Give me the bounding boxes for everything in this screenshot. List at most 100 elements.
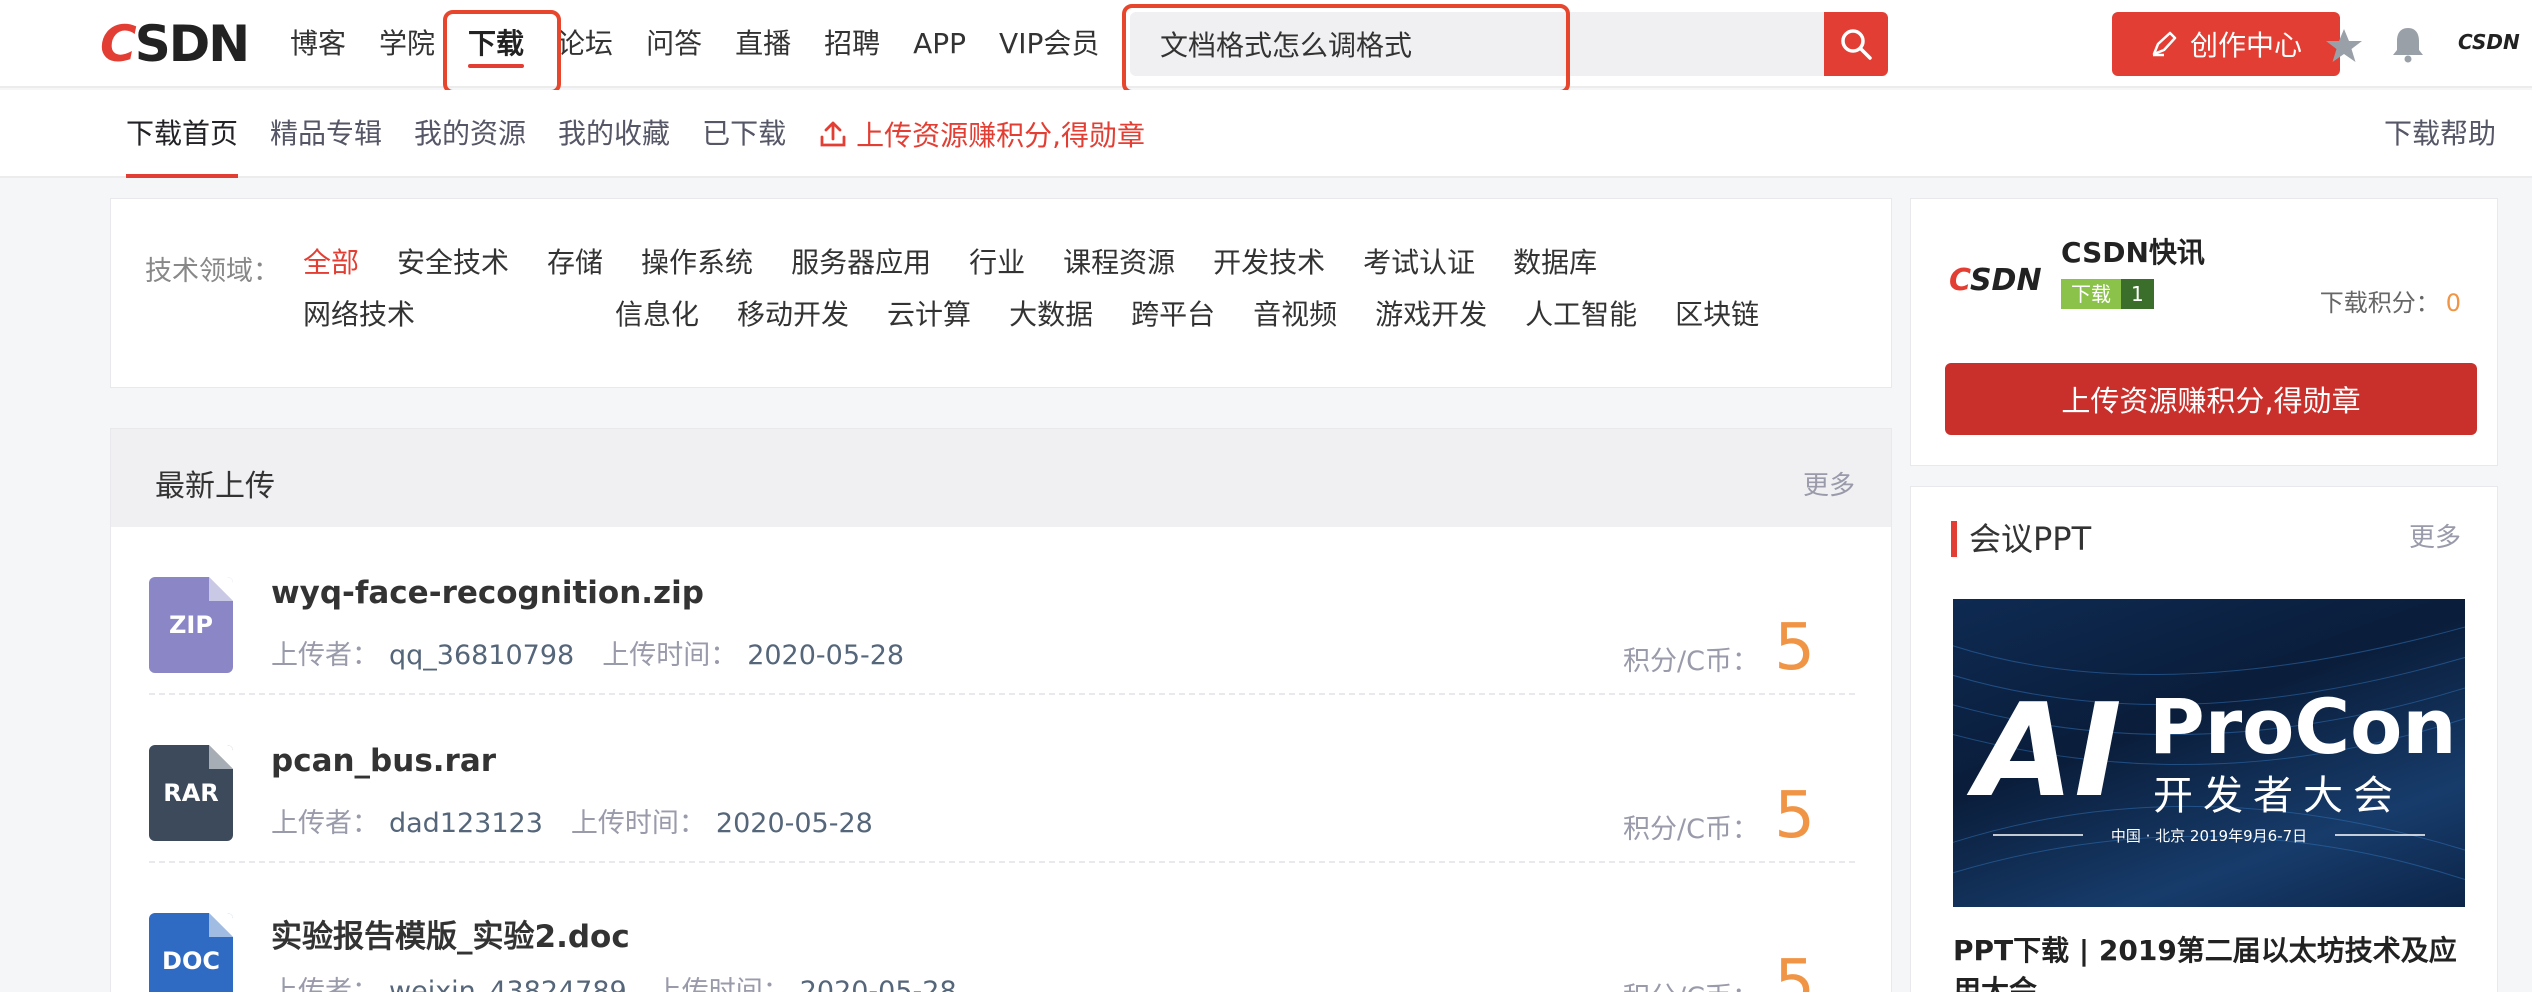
file-meta: 上传者： weixin_43824789 上传时间： 2020-05-28 [271, 969, 985, 992]
file-name[interactable]: wyq-face-recognition.zip [271, 575, 704, 611]
tech-tag[interactable]: 数据库 [1513, 247, 1597, 279]
points-value: 0 [2445, 289, 2461, 317]
nav-item-academy[interactable]: 学院 [379, 0, 435, 88]
tech-tag[interactable]: 云计算 [887, 299, 971, 331]
pen-icon [2152, 31, 2177, 57]
badge-level: 1 [2121, 279, 2154, 309]
file-meta: 上传者： dad123123 上传时间： 2020-05-28 [271, 801, 901, 840]
uploader-name[interactable]: dad123123 [389, 808, 543, 839]
score-label: 积分/C币： [1623, 646, 1759, 677]
badge-label: 下载 [2061, 279, 2121, 309]
subnav-downloaded[interactable]: 已下载 [702, 90, 786, 178]
nav-item-vip[interactable]: VIP会员 [999, 0, 1099, 88]
upload-time: 2020-05-28 [799, 976, 957, 992]
file-name[interactable]: 实验报告模版_实验2.doc [271, 911, 630, 956]
download-help-link[interactable]: 下载帮助 [2384, 90, 2496, 178]
tech-tag[interactable]: 开发技术 [1213, 247, 1325, 279]
tech-tag[interactable]: 区块链 [1675, 299, 1759, 331]
latest-uploads-panel: 最新上传 更多 ZIP wyq-face-recognition.zip 上传者… [110, 428, 1892, 992]
latest-more-link[interactable]: 更多 [1803, 465, 1855, 502]
file-list-item[interactable]: ZIP wyq-face-recognition.zip 上传者： qq_3681… [149, 527, 1855, 695]
tech-tag[interactable]: 游戏开发 [1375, 299, 1487, 331]
subnav-my-resources[interactable]: 我的资源 [414, 90, 526, 178]
upload-icon [820, 121, 846, 147]
banner-date-text: 中国 · 北京 2019年9月6-7日 [2111, 827, 2307, 845]
upload-time: 2020-05-28 [715, 808, 873, 839]
latest-uploads-title: 最新上传 [155, 469, 275, 504]
tech-tag[interactable]: 信息化 [615, 299, 699, 331]
points-label: 下载积分： [2319, 289, 2440, 317]
ppt-section-title: 会议PPT [1951, 521, 2091, 557]
tech-tag[interactable]: 服务器应用 [791, 247, 931, 279]
download-level-badge: 下载 1 [2061, 279, 2154, 309]
bell-icon[interactable] [2388, 24, 2428, 64]
ppt-more-link[interactable]: 更多 [2409, 517, 2461, 554]
doc-file-icon: DOC [149, 913, 233, 992]
tech-tag[interactable]: 操作系统 [641, 247, 753, 279]
tech-tag[interactable]: 移动开发 [737, 299, 849, 331]
nav-item-live[interactable]: 直播 [735, 0, 791, 88]
score-value: 5 [1774, 779, 1815, 853]
tech-filter-panel: 技术领域： 全部 安全技术 存储 操作系统 服务器应用 行业 课程资源 开发技术… [110, 198, 1892, 388]
search-button[interactable] [1824, 12, 1888, 76]
csdn-logo[interactable]: CSDN [100, 18, 250, 70]
ppt-banner-image[interactable]: AI ProCon 开发者大会 中国 · 北京 2019年9月6-7日 [1953, 599, 2465, 907]
user-card-logo: CSDN [1949, 263, 2042, 298]
nav-item-app[interactable]: APP [913, 0, 966, 88]
tech-tag[interactable]: 大数据 [1009, 299, 1093, 331]
conference-ppt-card: 会议PPT 更多 AI ProCon 开发者大会 中国 · 北京 2019年9月… [1910, 486, 2498, 992]
file-list-item[interactable]: DOC 实验报告模版_实验2.doc 上传者： weixin_43824789 上传… [149, 863, 1855, 992]
tech-tag-list: 全部 安全技术 存储 操作系统 服务器应用 行业 课程资源 开发技术 考试认证 … [303, 247, 1843, 331]
tech-filter-label: 技术领域： [145, 256, 280, 287]
tech-tag[interactable]: 安全技术 [397, 247, 509, 279]
top-navbar: CSDN 博客 学院 下载 论坛 问答 直播 招聘 APP VIP会员 创作中心… [0, 0, 2532, 94]
search-input[interactable] [1130, 12, 1824, 76]
score-value: 5 [1774, 611, 1815, 685]
uploader-label: 上传者： [271, 976, 379, 992]
download-highlight-box [443, 10, 561, 94]
star-icon[interactable] [2324, 26, 2364, 66]
uploader-label: 上传者： [271, 808, 379, 839]
tech-tag[interactable]: 人工智能 [1525, 299, 1637, 331]
nav-item-forum[interactable]: 论坛 [557, 0, 613, 88]
main-nav: 博客 学院 下载 论坛 问答 直播 招聘 APP VIP会员 [290, 0, 1132, 88]
ppt-caption-link[interactable]: PPT下载 | 2019第二届以太坊技术及应用大会 [1953, 931, 2473, 992]
banner-ai-text: AI [1966, 677, 2122, 826]
score-value: 5 [1774, 947, 1815, 992]
subnav-download-home[interactable]: 下载首页 [126, 90, 239, 178]
tech-tag[interactable]: 全部 [303, 247, 359, 279]
tech-tag[interactable]: 课程资源 [1063, 247, 1175, 279]
search-icon [1841, 29, 1872, 60]
download-points: 下载积分： 0 [2320, 283, 2461, 318]
tech-tag[interactable]: 网络技术 [303, 299, 415, 331]
uploader-label: 上传者： [271, 640, 379, 671]
file-meta: 上传者： qq_36810798 上传时间： 2020-05-28 [271, 633, 932, 672]
tech-tag[interactable]: 存储 [547, 247, 603, 279]
latest-uploads-header: 最新上传 更多 [111, 429, 1891, 527]
nav-item-jobs[interactable]: 招聘 [824, 0, 880, 88]
file-list-item[interactable]: RAR pcan_bus.rar 上传者： dad123123 上传时间： 2020-… [149, 695, 1855, 863]
file-name[interactable]: pcan_bus.rar [271, 743, 496, 779]
upload-time-label: 上传时间： [654, 976, 790, 992]
create-center-button[interactable]: 创作中心 [2112, 12, 2340, 76]
nav-item-blog[interactable]: 博客 [290, 0, 346, 88]
score-label: 积分/C币： [1623, 814, 1759, 845]
nav-item-qa[interactable]: 问答 [646, 0, 702, 88]
uploader-name[interactable]: weixin_43824789 [389, 976, 627, 992]
create-center-label: 创作中心 [2189, 29, 2302, 62]
user-name[interactable]: CSDN快讯 [2061, 231, 2205, 271]
rar-file-icon: RAR [149, 745, 233, 841]
banner-title-text: ProCon [2149, 682, 2457, 771]
tech-tag[interactable]: 跨平台 [1131, 299, 1215, 331]
subnav-my-favorites[interactable]: 我的收藏 [558, 90, 670, 178]
subnav-featured[interactable]: 精品专辑 [270, 90, 382, 178]
upload-resource-button[interactable]: 上传资源赚积分,得勋章 [1945, 363, 2477, 435]
user-avatar[interactable]: CSDN [2458, 30, 2520, 54]
user-card: CSDN CSDN快讯 下载 1 下载积分： 0 上传资源赚积分,得勋章 [1910, 198, 2498, 466]
procon-banner-graphic: AI ProCon 开发者大会 中国 · 北京 2019年9月6-7日 [1953, 626, 2465, 881]
tech-tag[interactable]: 考试认证 [1363, 247, 1475, 279]
tech-tag[interactable]: 行业 [969, 247, 1025, 279]
uploader-name[interactable]: qq_36810798 [389, 640, 574, 671]
subnav-upload-link[interactable]: 上传资源赚积分,得勋章 [818, 114, 1145, 154]
tech-tag[interactable]: 音视频 [1253, 299, 1337, 331]
